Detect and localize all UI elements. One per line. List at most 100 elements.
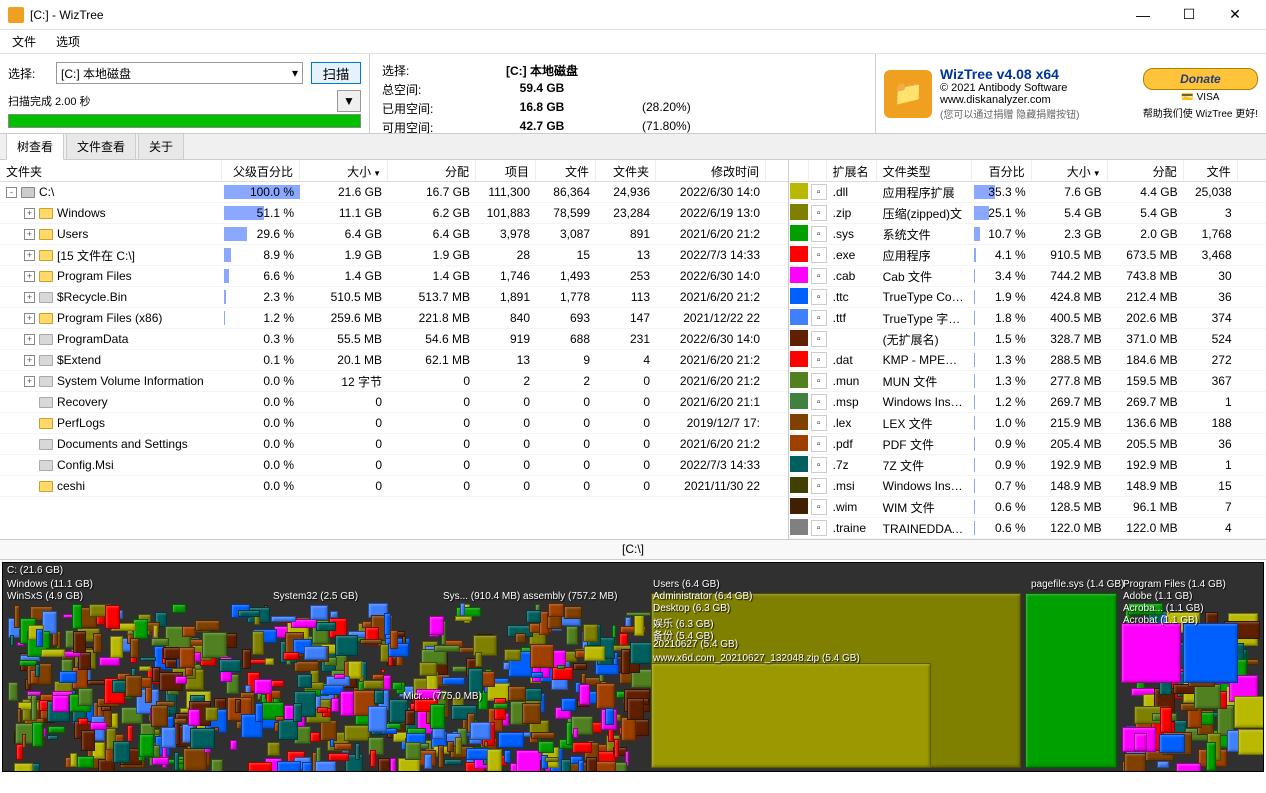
table-row[interactable]: ▫ .msi Windows Installe 0.7 % 148.9 MB 1… (789, 476, 1266, 497)
treemap-block[interactable] (531, 732, 555, 739)
treemap-block[interactable] (153, 625, 158, 638)
treemap-block[interactable] (113, 741, 131, 763)
treemap-block[interactable] (557, 665, 565, 670)
table-row[interactable]: ▫ (无扩展名) 1.5 % 328.7 MB 371.0 MB 524 (789, 329, 1266, 350)
treemap-block[interactable] (161, 727, 176, 748)
treemap-block[interactable] (317, 707, 328, 713)
th-ext-files[interactable]: 文件 (1184, 160, 1238, 181)
treemap-block[interactable] (48, 726, 65, 733)
table-row[interactable]: ▫ .wim WIM 文件 0.6 % 128.5 MB 96.1 MB 7 (789, 497, 1266, 518)
treemap-block[interactable] (310, 605, 329, 620)
treemap-block[interactable] (381, 669, 385, 674)
treemap-block[interactable] (77, 756, 93, 768)
treemap-block[interactable] (460, 603, 464, 616)
th-eicon[interactable] (809, 160, 827, 181)
treemap-block[interactable] (99, 657, 121, 666)
table-row[interactable]: ▫ .msp Windows Installe 1.2 % 269.7 MB 2… (789, 392, 1266, 413)
treemap-block[interactable] (360, 639, 382, 644)
treemap-block[interactable] (434, 645, 460, 652)
treemap-block[interactable] (1176, 763, 1201, 772)
treemap-block[interactable] (334, 674, 344, 679)
treemap-block[interactable] (10, 635, 15, 647)
table-row[interactable]: +Program Files (x86) 1.2 % 259.6 MB 221.… (0, 308, 788, 329)
treemap-block[interactable] (22, 734, 26, 748)
table-row[interactable]: +[15 文件在 C:\] 8.9 % 1.9 GB 1.9 GB 28 15 … (0, 245, 788, 266)
treemap-block[interactable] (504, 649, 521, 662)
tree-expander[interactable]: + (24, 250, 35, 261)
treemap-block[interactable] (1128, 603, 1163, 615)
tree-expander[interactable]: + (24, 208, 35, 219)
treemap-block[interactable] (405, 742, 421, 760)
treemap-block[interactable] (330, 739, 334, 747)
treemap-block[interactable] (151, 705, 168, 727)
treemap-block[interactable] (596, 683, 615, 709)
treemap-block[interactable] (475, 652, 482, 667)
treemap-block[interactable] (452, 666, 467, 671)
treemap-block[interactable] (179, 647, 195, 668)
table-row[interactable]: ▫ .7z 7Z 文件 0.9 % 192.9 MB 192.9 MB 1 (789, 455, 1266, 476)
treemap-block[interactable] (254, 679, 272, 694)
treemap-block[interactable] (348, 661, 362, 679)
treemap-block[interactable] (548, 603, 564, 617)
th-ext[interactable]: 扩展名 (827, 160, 877, 181)
treemap-block[interactable] (504, 750, 511, 764)
table-row[interactable]: +ProgramData 0.3 % 55.5 MB 54.6 MB 919 6… (0, 329, 788, 350)
treemap-block[interactable] (573, 663, 587, 670)
treemap-block[interactable] (627, 698, 643, 720)
treemap-block[interactable] (1238, 729, 1264, 754)
th-folders[interactable]: 文件夹 (596, 160, 656, 181)
treemap-block[interactable] (1134, 733, 1147, 751)
treemap-block[interactable] (583, 624, 598, 643)
treemap-block[interactable] (174, 718, 186, 725)
treemap-block[interactable] (145, 686, 152, 703)
treemap-block[interactable] (487, 749, 502, 772)
treemap-block[interactable] (438, 745, 444, 769)
treemap-block[interactable] (405, 710, 415, 726)
th-ext-pct[interactable]: 百分比 (972, 160, 1032, 181)
treemap-block[interactable] (1234, 696, 1264, 728)
treemap-block[interactable] (605, 708, 613, 725)
treemap-block[interactable] (81, 730, 95, 751)
treemap-block[interactable] (310, 732, 320, 742)
drive-combobox[interactable]: [C:] 本地磁盘 ▾ (56, 62, 303, 84)
treemap-block[interactable] (530, 644, 554, 668)
th-folder[interactable]: 文件夹 (0, 160, 222, 181)
treemap-block[interactable] (78, 718, 88, 725)
treemap-block[interactable] (508, 686, 526, 702)
treemap-block[interactable] (614, 739, 619, 758)
treemap-block[interactable] (152, 667, 160, 682)
th-ext-alloc[interactable]: 分配 (1108, 160, 1184, 181)
th-files[interactable]: 文件 (536, 160, 596, 181)
treemap-block[interactable] (331, 698, 339, 712)
treemap-block[interactable] (101, 706, 112, 711)
treemap-block[interactable] (470, 722, 491, 740)
treemap-block[interactable] (586, 757, 597, 772)
treemap-block[interactable] (252, 631, 264, 655)
treemap-block[interactable] (195, 620, 220, 631)
treemap-block[interactable] (621, 717, 636, 741)
table-row[interactable]: Recovery 0.0 % 0 0 0 0 0 2021/6/20 21:1 (0, 392, 788, 413)
table-row[interactable]: +Users 29.6 % 6.4 GB 6.4 GB 3,978 3,087 … (0, 224, 788, 245)
table-row[interactable]: ▫ .lex LEX 文件 1.0 % 215.9 MB 136.6 MB 18… (789, 413, 1266, 434)
th-parent-pct[interactable]: 父级百分比 (222, 160, 300, 181)
treemap-block[interactable] (626, 612, 651, 616)
tree-expander[interactable]: + (24, 292, 35, 303)
treemap-block[interactable] (127, 725, 133, 743)
treemap-block[interactable] (188, 709, 200, 726)
treemap-block[interactable] (219, 659, 240, 671)
treemap-block[interactable] (522, 703, 541, 724)
treemap-block[interactable] (579, 684, 590, 705)
treemap-block[interactable] (335, 635, 358, 655)
treemap-block[interactable] (430, 704, 445, 728)
treemap-block[interactable] (493, 703, 508, 709)
th-items[interactable]: 项目 (476, 160, 536, 181)
table-row[interactable]: ▫ .pdf PDF 文件 0.9 % 205.4 MB 205.5 MB 36 (789, 434, 1266, 455)
treemap-block[interactable] (1157, 761, 1169, 768)
treemap-block[interactable] (31, 695, 37, 721)
th-size[interactable]: 大小▼ (300, 160, 388, 181)
tree-expander[interactable]: + (24, 229, 35, 240)
treemap-block[interactable] (516, 750, 542, 772)
treemap-block[interactable] (545, 757, 560, 762)
treemap-block[interactable] (1183, 623, 1238, 683)
treemap-block[interactable] (271, 616, 296, 622)
